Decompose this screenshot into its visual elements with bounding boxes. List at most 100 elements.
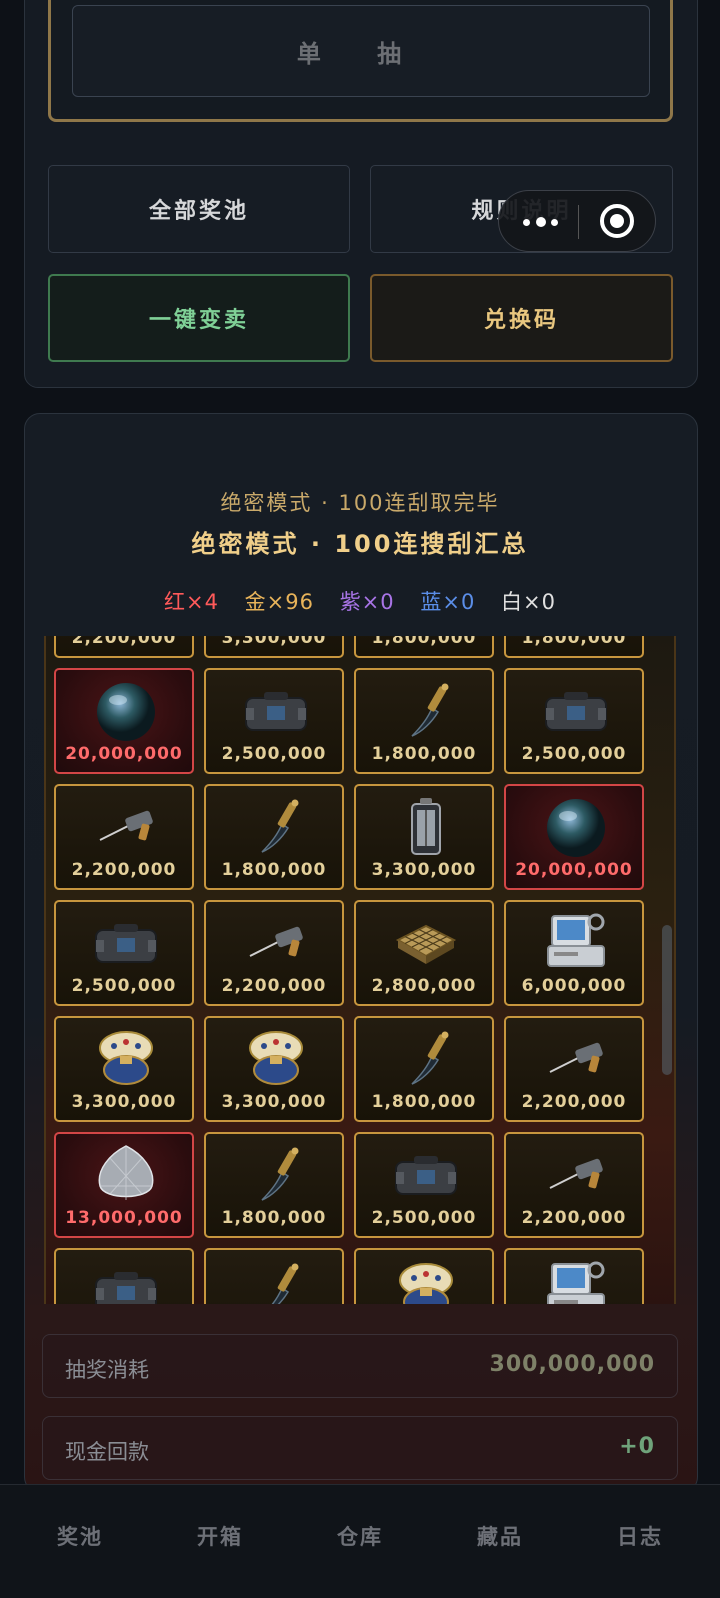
count-gold: 金×96 xyxy=(244,590,314,614)
case-icon xyxy=(540,678,612,742)
nav-open-box[interactable]: 开箱 xyxy=(170,1521,270,1551)
loot-item[interactable]: 1,800,000 xyxy=(204,784,344,890)
case-icon xyxy=(90,1258,162,1304)
egg-icon xyxy=(390,1258,462,1304)
loot-item-value: 2,200,000 xyxy=(221,976,327,996)
loot-item[interactable]: 1,800,000 xyxy=(504,636,644,658)
summary-title: 绝密模式 · 100连搜刮汇总 xyxy=(191,530,529,558)
loot-item-value: 2,500,000 xyxy=(71,976,177,996)
loot-item[interactable]: 2,500,000 xyxy=(354,1132,494,1238)
all-pools-button[interactable]: 全部奖池 xyxy=(48,165,350,253)
loot-item[interactable]: 2,500,000 xyxy=(204,668,344,774)
loot-item-value: 20,000,000 xyxy=(515,860,633,880)
dagger-icon xyxy=(240,1142,312,1206)
loot-item[interactable]: 20,000,000 xyxy=(54,668,194,774)
orb-icon xyxy=(90,678,162,742)
loot-item[interactable]: 6,000,000 xyxy=(504,900,644,1006)
loot-item-value: 2,200,000 xyxy=(521,1092,627,1112)
loot-item-value: 2,200,000 xyxy=(521,1208,627,1228)
count-red: 红×4 xyxy=(164,590,219,614)
more-icon[interactable] xyxy=(523,217,559,228)
nav-log[interactable]: 日志 xyxy=(590,1521,690,1551)
loot-item[interactable] xyxy=(54,1248,194,1304)
loot-grid-scrollbar[interactable] xyxy=(662,925,672,1075)
loot-item-value: 3,300,000 xyxy=(221,1092,327,1112)
loot-item[interactable]: 1,800,000 xyxy=(204,1132,344,1238)
loot-item[interactable]: 3,300,000 xyxy=(204,1016,344,1122)
cash-label: 现金回款 xyxy=(65,1440,149,1464)
cost-value: 300,000,000 xyxy=(489,1352,655,1377)
loot-item[interactable]: 2,200,000 xyxy=(504,1132,644,1238)
dagger-icon xyxy=(390,678,462,742)
loot-item[interactable]: 2,200,000 xyxy=(54,636,194,658)
loot-item-value: 2,800,000 xyxy=(371,976,477,996)
bottom-nav: 奖池 开箱 仓库 藏品 日志 xyxy=(0,1484,720,1598)
loot-item[interactable]: 2,200,000 xyxy=(204,900,344,1006)
diamond-icon xyxy=(90,1142,162,1206)
loot-item[interactable] xyxy=(504,1248,644,1304)
loot-item-value: 2,500,000 xyxy=(521,744,627,764)
case-icon xyxy=(90,910,162,974)
loot-item-value: 1,800,000 xyxy=(371,744,477,764)
loot-item-value: 1,800,000 xyxy=(371,1092,477,1112)
loot-item[interactable]: 2,200,000 xyxy=(504,1016,644,1122)
close-miniprogram-icon[interactable] xyxy=(600,204,634,238)
loot-item-value: 1,800,000 xyxy=(371,636,477,648)
count-blue: 蓝×0 xyxy=(420,590,476,614)
single-draw-button[interactable]: 单 抽 xyxy=(72,5,650,97)
nav-collection[interactable]: 藏品 xyxy=(450,1521,550,1551)
sell-all-button[interactable]: 一键变卖 xyxy=(48,274,350,362)
egg-icon xyxy=(90,1026,162,1090)
loot-item-value: 3,300,000 xyxy=(371,860,477,880)
loot-item[interactable]: 2,500,000 xyxy=(504,668,644,774)
loot-item-value: 2,500,000 xyxy=(221,744,327,764)
loot-item[interactable]: 3,300,000 xyxy=(354,784,494,890)
dagger-icon xyxy=(240,794,312,858)
cash-row: 现金回款 +0 xyxy=(42,1416,678,1480)
nav-pool[interactable]: 奖池 xyxy=(30,1521,130,1551)
loot-item[interactable]: 2,800,000 xyxy=(354,900,494,1006)
loot-item[interactable]: 3,300,000 xyxy=(204,636,344,658)
loot-item-value: 13,000,000 xyxy=(65,1208,183,1228)
drill-icon xyxy=(240,910,312,974)
egg-icon xyxy=(240,1026,312,1090)
orb-icon xyxy=(540,794,612,858)
rarity-counts: 红×4 金×96 紫×0 蓝×0 白×0 xyxy=(0,586,720,616)
machine-icon xyxy=(540,1258,612,1304)
dagger-icon xyxy=(390,1026,462,1090)
loot-item-value: 6,000,000 xyxy=(521,976,627,996)
redeem-code-button[interactable]: 兑换码 xyxy=(370,274,673,362)
miniprogram-capsule xyxy=(498,190,656,252)
loot-item[interactable] xyxy=(204,1248,344,1304)
loot-item-value: 1,800,000 xyxy=(521,636,627,648)
drill-icon xyxy=(540,1026,612,1090)
count-white: 白×0 xyxy=(501,590,556,614)
loot-item[interactable]: 1,800,000 xyxy=(354,1016,494,1122)
capsule-divider xyxy=(578,205,579,239)
loot-item[interactable]: 1,800,000 xyxy=(354,636,494,658)
case-icon xyxy=(240,678,312,742)
loot-item-value: 3,300,000 xyxy=(71,1092,177,1112)
loot-item[interactable]: 20,000,000 xyxy=(504,784,644,890)
loot-item-value: 1,800,000 xyxy=(221,1208,327,1228)
loot-item[interactable]: 3,300,000 xyxy=(54,1016,194,1122)
loot-item[interactable]: 2,200,000 xyxy=(54,784,194,890)
chessboard-icon xyxy=(390,910,462,974)
cash-value: +0 xyxy=(619,1434,655,1459)
case-icon xyxy=(390,1142,462,1206)
loot-item-value: 1,800,000 xyxy=(221,860,327,880)
machine-icon xyxy=(540,910,612,974)
lantern-icon xyxy=(390,794,462,858)
loot-grid[interactable]: 2,200,000 3,300,000 1,800,000 1,800,000 20,0… xyxy=(44,636,676,1304)
loot-item-value: 20,000,000 xyxy=(65,744,183,764)
nav-warehouse[interactable]: 仓库 xyxy=(310,1521,410,1551)
loot-item-value: 3,300,000 xyxy=(221,636,327,648)
loot-item[interactable]: 1,800,000 xyxy=(354,668,494,774)
loot-item[interactable]: 13,000,000 xyxy=(54,1132,194,1238)
loot-item-value: 2,500,000 xyxy=(371,1208,477,1228)
summary-subtitle: 绝密模式 · 100连刮取完毕 xyxy=(220,491,500,515)
drill-icon xyxy=(90,794,162,858)
dagger-icon xyxy=(240,1258,312,1304)
loot-item[interactable]: 2,500,000 xyxy=(54,900,194,1006)
loot-item[interactable] xyxy=(354,1248,494,1304)
